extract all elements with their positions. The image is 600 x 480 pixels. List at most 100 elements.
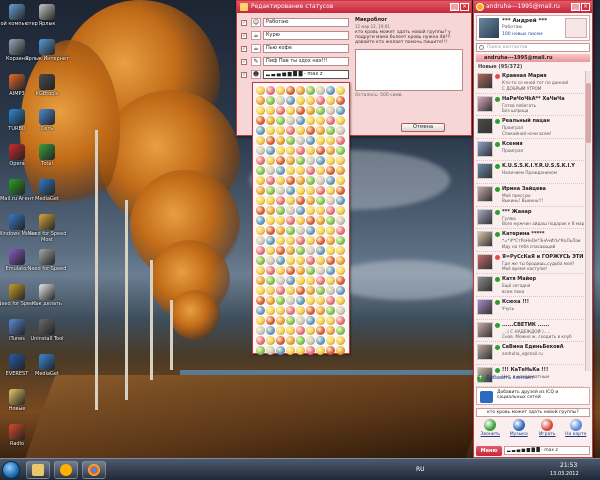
emoticon-item[interactable] [275,165,285,175]
emoticon-item[interactable] [335,175,345,185]
emoticon-item[interactable] [285,85,295,95]
emoticon-item[interactable] [285,225,295,235]
emoticon-item[interactable] [275,345,285,355]
emoticon-item[interactable] [335,185,345,195]
emoticon-item[interactable] [315,275,325,285]
agent-tool-button[interactable]: Звонить [477,419,503,443]
emoticon-item[interactable] [295,85,305,95]
emoticon-item[interactable] [285,115,295,125]
taskbar-explorer-button[interactable] [26,461,50,479]
emoticon-item[interactable] [305,125,315,135]
emoticon-item[interactable] [265,105,275,115]
emoticon-item[interactable] [325,155,335,165]
emoticon-item[interactable] [265,275,275,285]
desktop-shortcut[interactable]: Radio [0,424,40,447]
emoticon-item[interactable] [335,105,345,115]
emoticon-item[interactable] [335,165,345,175]
emoticon-item[interactable] [315,325,325,335]
emoticon-item[interactable] [325,175,335,185]
user-status[interactable]: Работаю [502,25,522,30]
emoticon-item[interactable] [335,285,345,295]
profile-edit-button[interactable] [565,18,587,38]
emoticon-item[interactable] [275,335,285,345]
minimize-button[interactable]: _ [450,3,459,11]
emoticon-item[interactable] [315,85,325,95]
emoticon-item[interactable] [335,345,345,355]
emoticon-item[interactable] [275,195,285,205]
emoticon-item[interactable] [305,325,315,335]
close-button[interactable]: × [581,3,590,11]
emoticon-item[interactable] [255,275,265,285]
emoticon-item[interactable] [265,335,275,345]
status-text-field[interactable]: Пью кофе [263,44,349,53]
emoticon-item[interactable] [265,225,275,235]
emoticon-item[interactable] [275,325,285,335]
list-item[interactable]: Ирина Зайцева Моё прессую Выкинь! Выкинь!!… [476,184,584,207]
emoticon-item[interactable] [315,195,325,205]
emoticon-item[interactable] [295,115,305,125]
emoticon-item[interactable] [305,315,315,325]
emoticon-item[interactable] [335,335,345,345]
emoticon-item[interactable] [285,315,295,325]
emoticon-item[interactable] [305,275,315,285]
list-item[interactable]: Реальный пацан Проиграл Спокойной ночи все… [476,116,584,139]
emoticon-item[interactable] [295,265,305,275]
emoticon-item[interactable] [295,275,305,285]
emoticon-item[interactable] [275,175,285,185]
emoticon-item[interactable] [275,115,285,125]
emoticon-item[interactable] [265,165,275,175]
emoticon-item[interactable] [315,285,325,295]
list-item[interactable]: СаВина ЕдиньБековА andruha_x@mail.ru [476,342,584,365]
emoticon-item[interactable] [265,205,275,215]
emoticon-item[interactable] [315,255,325,265]
emoticon-item[interactable] [315,105,325,115]
emoticon-item[interactable] [265,315,275,325]
emoticon-item[interactable] [285,185,295,195]
emoticon-item[interactable] [275,225,285,235]
emoticon-item[interactable] [315,185,325,195]
emoticon-item[interactable] [305,95,315,105]
emoticon-item[interactable] [325,235,335,245]
list-item[interactable]: Катерина ***** *=*#*СтРаНнОе*ЗнАчИтЬ*КоЛь… [476,229,584,252]
emoticon-item[interactable] [305,225,315,235]
emoticon-item[interactable] [285,205,295,215]
emoticon-item[interactable] [275,185,285,195]
emoticon-item[interactable] [325,225,335,235]
emoticon-item[interactable] [255,295,265,305]
emoticon-item[interactable] [275,135,285,145]
desktop-shortcut[interactable]: MediaGet [24,354,70,377]
desktop-shortcut[interactable]: Как делать [24,284,70,307]
emoticon-item[interactable] [335,245,345,255]
emoticon-item[interactable] [335,235,345,245]
emoticon-item[interactable] [285,265,295,275]
emoticon-item[interactable] [285,195,295,205]
emoticon-item[interactable] [255,315,265,325]
emoticon-item[interactable] [335,135,345,145]
emoticon-item[interactable] [305,205,315,215]
emoticon-item[interactable] [325,345,335,355]
emoticon-item[interactable] [335,315,345,325]
emoticon-item[interactable] [285,295,295,305]
emoticon-item[interactable] [265,255,275,265]
emoticon-item[interactable] [335,115,345,125]
list-item[interactable]: Кравная Мария Кто-то со мной тот по данно… [476,71,584,94]
emoticon-item[interactable] [295,235,305,245]
emoticon-item[interactable] [255,95,265,105]
emoticon-item[interactable] [265,175,275,185]
emoticon-item[interactable] [275,275,285,285]
emoticon-item[interactable] [295,225,305,235]
emoticon-item[interactable] [295,345,305,355]
emoticon-item[interactable] [275,105,285,115]
emoticon-item[interactable] [275,245,285,255]
status-icon-picker[interactable]: ✎ [251,57,261,66]
contact-search-input[interactable]: Поиск контактов [476,43,590,52]
emoticon-item[interactable] [255,205,265,215]
emoticon-item[interactable] [295,315,305,325]
emoticon-item[interactable] [255,265,265,275]
emoticon-item[interactable] [275,315,285,325]
status-editor-titlebar[interactable]: Редактирование статусов _ × [237,1,471,13]
emoticon-item[interactable] [335,255,345,265]
emoticon-item[interactable] [335,275,345,285]
minimize-button[interactable]: _ [571,3,580,11]
cancel-button[interactable]: Отмена [401,123,445,132]
